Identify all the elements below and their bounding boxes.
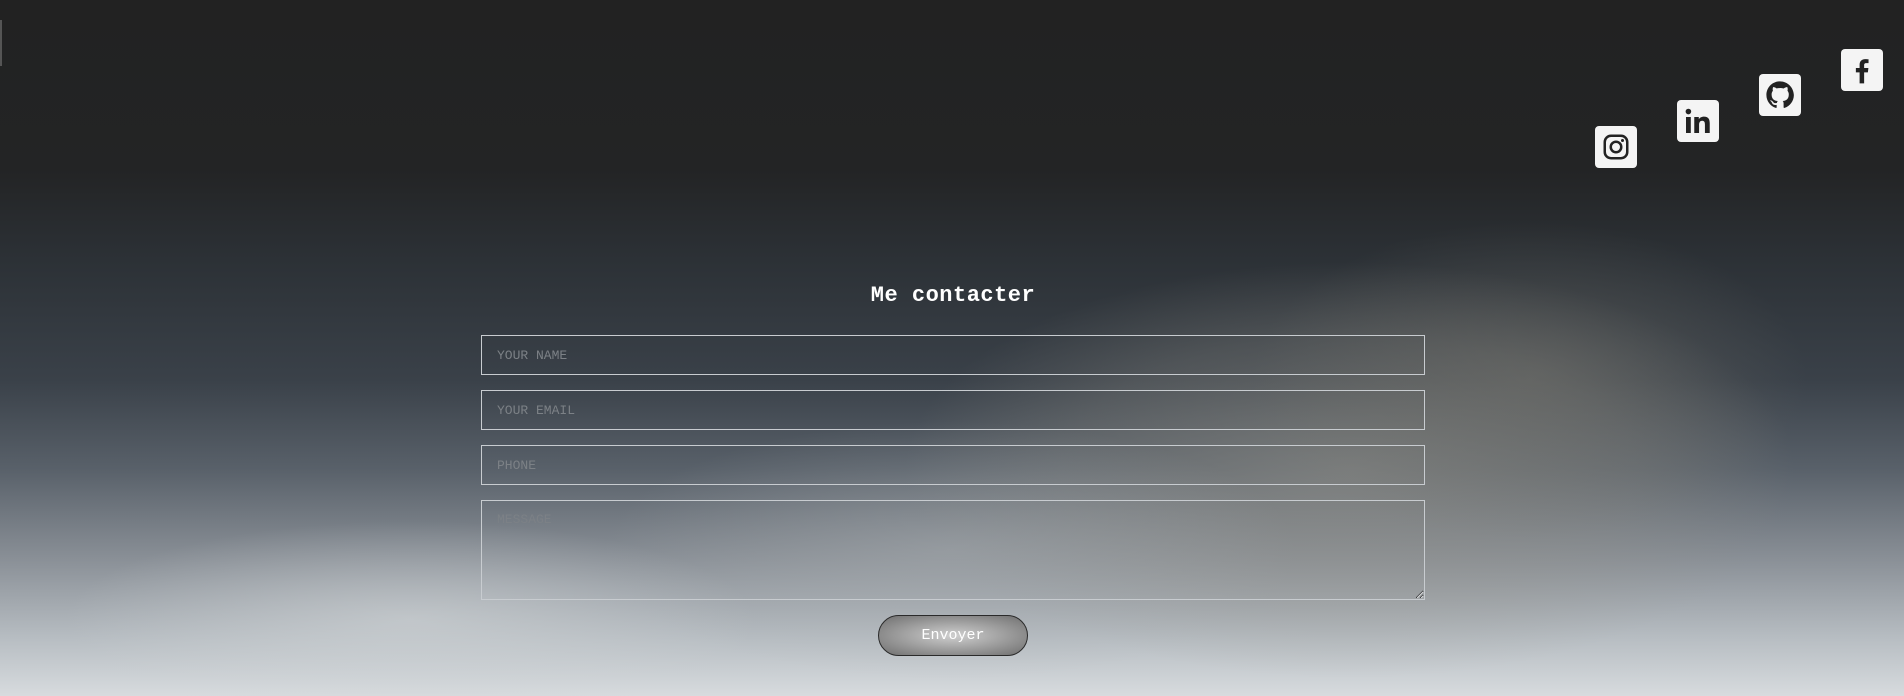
instagram-icon bbox=[1601, 132, 1631, 162]
github-link[interactable] bbox=[1759, 74, 1801, 116]
facebook-icon bbox=[1846, 54, 1878, 86]
contact-section: Me contacter Envoyer bbox=[481, 280, 1425, 656]
send-button[interactable]: Envoyer bbox=[878, 615, 1028, 656]
phone-input[interactable] bbox=[481, 445, 1425, 485]
message-textarea[interactable] bbox=[481, 500, 1425, 600]
contact-form: Envoyer bbox=[481, 335, 1425, 656]
scroll-edge-marker bbox=[0, 20, 2, 66]
github-icon bbox=[1764, 79, 1796, 111]
linkedin-icon bbox=[1682, 105, 1714, 137]
instagram-link[interactable] bbox=[1595, 126, 1637, 168]
contact-title: Me contacter bbox=[870, 283, 1036, 308]
linkedin-link[interactable] bbox=[1677, 100, 1719, 142]
submit-row: Envoyer bbox=[481, 615, 1425, 656]
email-input[interactable] bbox=[481, 390, 1425, 430]
name-input[interactable] bbox=[481, 335, 1425, 375]
facebook-link[interactable] bbox=[1841, 49, 1883, 91]
